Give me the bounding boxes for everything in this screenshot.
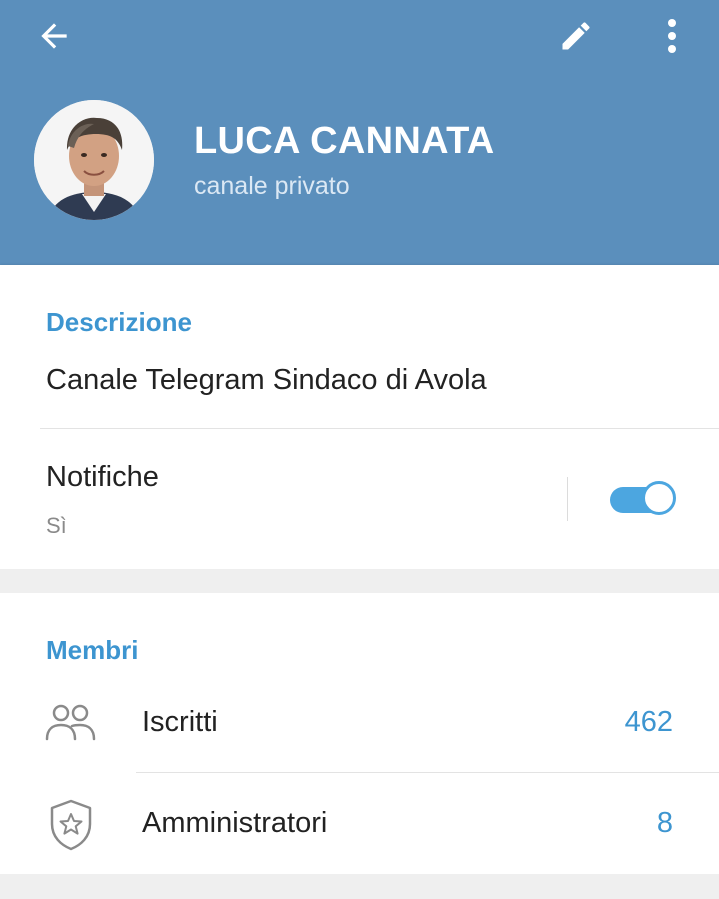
pencil-icon xyxy=(562,22,590,50)
divider xyxy=(136,772,719,773)
notifications-toggle[interactable] xyxy=(610,481,678,519)
members-section-title: Membri xyxy=(46,635,139,665)
more-vert-icon xyxy=(668,19,676,53)
channel-title: LUCA CANNATA xyxy=(194,120,495,162)
shield-star-icon xyxy=(44,798,98,852)
notifications-status: Sì xyxy=(46,513,67,538)
subscribers-count: 462 xyxy=(624,706,673,738)
subscribers-label: Iscritti xyxy=(142,706,218,738)
channel-subtitle: canale privato xyxy=(194,172,350,200)
channel-avatar[interactable] xyxy=(34,100,154,220)
arrow-left-icon xyxy=(41,23,67,49)
people-icon xyxy=(44,696,98,750)
notifications-label: Notifiche xyxy=(46,461,159,493)
description-text[interactable]: Canale Telegram Sindaco di Avola xyxy=(46,364,487,397)
subscribers-row[interactable]: Iscritti 462 xyxy=(0,673,719,773)
edit-button[interactable] xyxy=(546,8,606,64)
notifications-row[interactable]: Notifiche Sì xyxy=(0,429,719,569)
toggle-knob xyxy=(642,481,676,515)
administrators-label: Amministratori xyxy=(142,807,328,839)
description-section-title: Descrizione xyxy=(46,307,192,337)
administrators-count: 8 xyxy=(656,807,673,839)
channel-header: LUCA CANNATA canale privato xyxy=(0,0,719,265)
avatar-photo xyxy=(34,100,154,220)
back-button[interactable] xyxy=(22,8,86,64)
administrators-row[interactable]: Amministratori 8 xyxy=(0,774,719,874)
more-options-button[interactable] xyxy=(644,8,700,64)
vertical-separator xyxy=(567,477,568,521)
